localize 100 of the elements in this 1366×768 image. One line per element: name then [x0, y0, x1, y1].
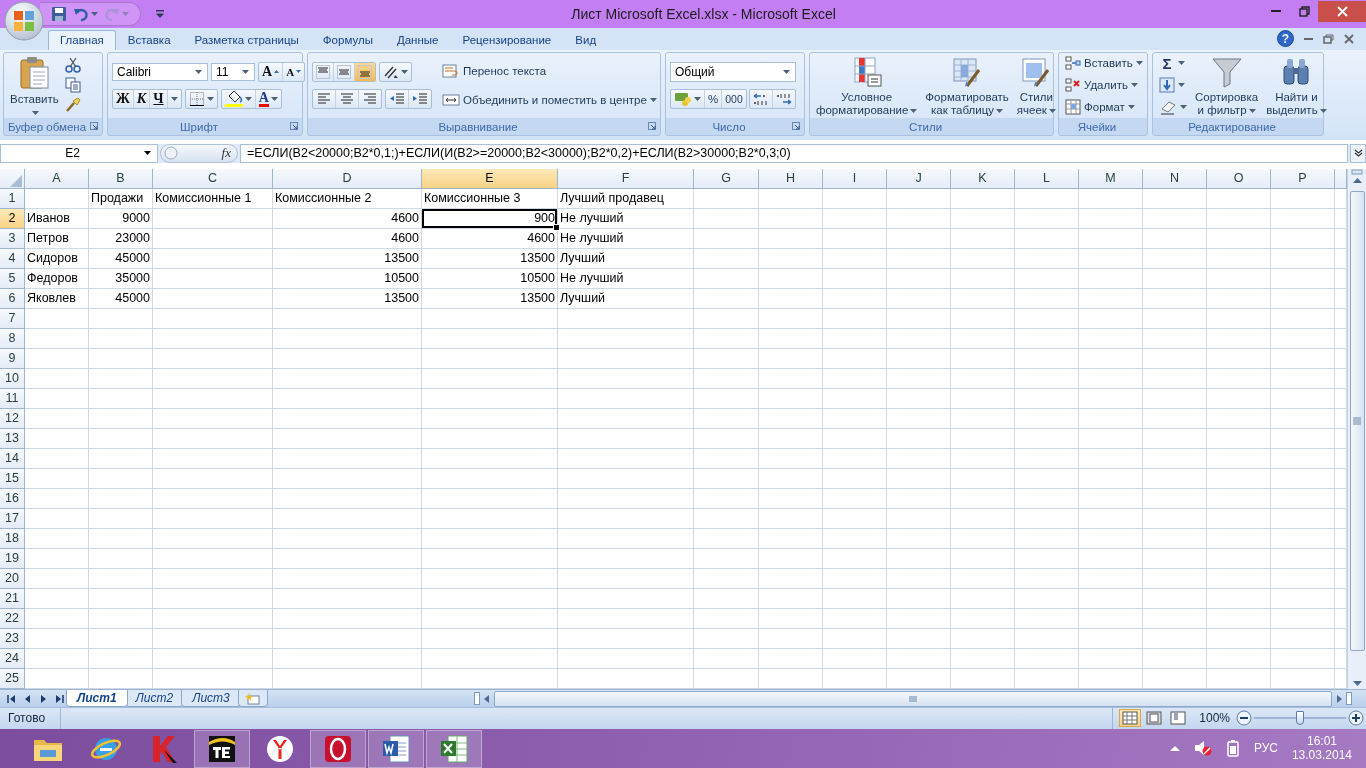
clock[interactable]: 16:01 13.03.2014 [1291, 734, 1352, 763]
copy-icon[interactable] [64, 77, 81, 94]
dialog-launcher-button[interactable] [90, 121, 98, 130]
merge-center-button[interactable]: Объединить и поместить в центре [440, 89, 659, 110]
row-header[interactable]: 8 [0, 329, 25, 350]
row-header[interactable]: 11 [0, 389, 25, 410]
underline-button[interactable]: Ч [150, 89, 168, 108]
sort-filter-button[interactable]: Сортировка и фильтр [1193, 54, 1261, 117]
split-handle[interactable] [1351, 169, 1363, 176]
row-header[interactable]: 16 [0, 489, 25, 510]
cut-icon[interactable] [64, 57, 81, 74]
dialog-launcher-button[interactable] [792, 121, 800, 130]
volume-button[interactable] [1193, 740, 1212, 757]
restore-workbook-button[interactable] [1323, 33, 1334, 44]
insert-sheet-button[interactable] [237, 690, 268, 707]
row-header[interactable]: 23 [0, 629, 25, 650]
close-workbook-button[interactable] [1344, 33, 1354, 44]
row-header[interactable]: 5 [0, 269, 25, 290]
column-header[interactable]: H [759, 169, 823, 190]
cell-styles-button[interactable]: Стили ячеек [1014, 54, 1058, 117]
column-header[interactable]: P [1271, 169, 1335, 190]
expand-formula-button[interactable] [1350, 143, 1366, 164]
normal-view-button[interactable] [1119, 709, 1142, 728]
wrap-text-button[interactable]: Перенос текста [440, 60, 659, 81]
row-header[interactable]: 7 [0, 309, 25, 330]
zoom-level[interactable]: 100% [1195, 711, 1236, 726]
font-name-field[interactable]: Calibri [112, 62, 208, 81]
conditional-formatting-button[interactable]: Условное форматирование [814, 54, 920, 117]
autosum-button[interactable]: Σ [1157, 53, 1189, 74]
ribbon-tab[interactable]: Рецензирование [450, 29, 564, 50]
italic-button[interactable]: К [133, 89, 151, 108]
zoom-out-button[interactable] [1236, 710, 1252, 727]
font-size-field[interactable]: 11 [211, 62, 255, 81]
name-box[interactable]: E2 [0, 143, 158, 164]
row-header[interactable]: 22 [0, 609, 25, 630]
fill-handle[interactable] [553, 224, 560, 232]
row-header[interactable]: 12 [0, 409, 25, 430]
delete-cells-button[interactable]: Удалить [1063, 75, 1145, 96]
column-header[interactable]: N [1143, 169, 1207, 190]
format-as-table-button[interactable]: Форматировать как таблицу [923, 54, 1011, 117]
split-handle[interactable] [1346, 692, 1352, 706]
brush-icon[interactable] [64, 97, 81, 114]
number-format-field[interactable]: Общий [670, 61, 796, 82]
minimize-workbook-button[interactable] [1304, 37, 1313, 40]
scrollbar-thumb[interactable] [493, 690, 1332, 707]
column-header[interactable]: L [1015, 169, 1079, 190]
row-header[interactable]: 19 [0, 549, 25, 570]
row-header[interactable]: 13 [0, 429, 25, 450]
ribbon-tab[interactable]: Формулы [310, 29, 385, 50]
thousands-separator-button[interactable]: 000 [722, 89, 746, 108]
ribbon-tab[interactable]: Вставка [115, 29, 183, 50]
scroll-right-button[interactable] [1334, 692, 1344, 705]
dialog-launcher-button[interactable] [290, 121, 298, 130]
zoom-slider[interactable] [1254, 711, 1346, 726]
row-header[interactable]: 15 [0, 469, 25, 490]
column-header[interactable]: O [1207, 169, 1271, 190]
column-header[interactable]: M [1079, 169, 1143, 190]
split-handle[interactable] [473, 692, 480, 706]
align-bottom-button[interactable] [355, 62, 375, 81]
row-header[interactable]: 9 [0, 349, 25, 370]
column-header[interactable]: I [823, 169, 887, 190]
scrollbar-thumb[interactable] [1349, 191, 1365, 652]
row-header[interactable]: 3 [0, 229, 25, 250]
format-cells-button[interactable]: Формат [1063, 97, 1145, 118]
close-button[interactable] [1318, 0, 1366, 22]
column-header[interactable]: E [422, 169, 558, 190]
help-button[interactable]: ? [1277, 30, 1294, 48]
row-header[interactable]: 20 [0, 569, 25, 590]
row-header[interactable]: 6 [0, 289, 25, 310]
ribbon-tab[interactable]: Данные [384, 29, 451, 50]
insert-cells-button[interactable]: Вставить [1063, 53, 1145, 74]
row-header[interactable]: 17 [0, 509, 25, 530]
column-header[interactable]: B [89, 169, 153, 190]
insert-function-button[interactable]: fx [221, 145, 231, 162]
bold-button[interactable]: Ж [113, 89, 134, 108]
row-header[interactable]: 14 [0, 449, 25, 470]
percent-button[interactable]: % [705, 89, 723, 108]
column-header[interactable]: C [153, 169, 273, 190]
align-top-button[interactable] [313, 62, 334, 81]
formula-field[interactable]: =ЕСЛИ(B2<20000;B2*0,1;)+ЕСЛИ(И(B2>=20000;B2<30000);B2*0,2)+ЕСЛИ(B2>30000;B2*0,3;0) [240, 143, 1348, 164]
sheet-tab[interactable]: Лист1 [66, 690, 128, 707]
column-header[interactable]: K [951, 169, 1015, 190]
font-color-button[interactable]: A [255, 89, 281, 108]
ribbon-tab[interactable]: Разметка страницы [182, 29, 311, 50]
row-header[interactable]: 25 [0, 669, 25, 690]
taskbar-app-button[interactable] [194, 729, 250, 768]
row-header[interactable]: 18 [0, 529, 25, 550]
column-header[interactable]: D [273, 169, 422, 190]
row-header[interactable]: 21 [0, 589, 25, 610]
shrink-font-button[interactable]: A [283, 62, 305, 81]
show-hidden-icons-button[interactable] [1169, 745, 1180, 752]
paste-button[interactable]: Вставить [8, 54, 61, 117]
grow-font-button[interactable]: A [259, 62, 284, 81]
row-header[interactable]: 24 [0, 649, 25, 670]
row-header[interactable]: 2 [0, 209, 25, 230]
ribbon-tab[interactable]: Вид [563, 29, 609, 50]
zoom-in-button[interactable] [1348, 710, 1364, 727]
row-header[interactable]: 10 [0, 369, 25, 390]
power-button[interactable] [1225, 739, 1240, 758]
taskbar-app-button[interactable] [368, 729, 424, 768]
